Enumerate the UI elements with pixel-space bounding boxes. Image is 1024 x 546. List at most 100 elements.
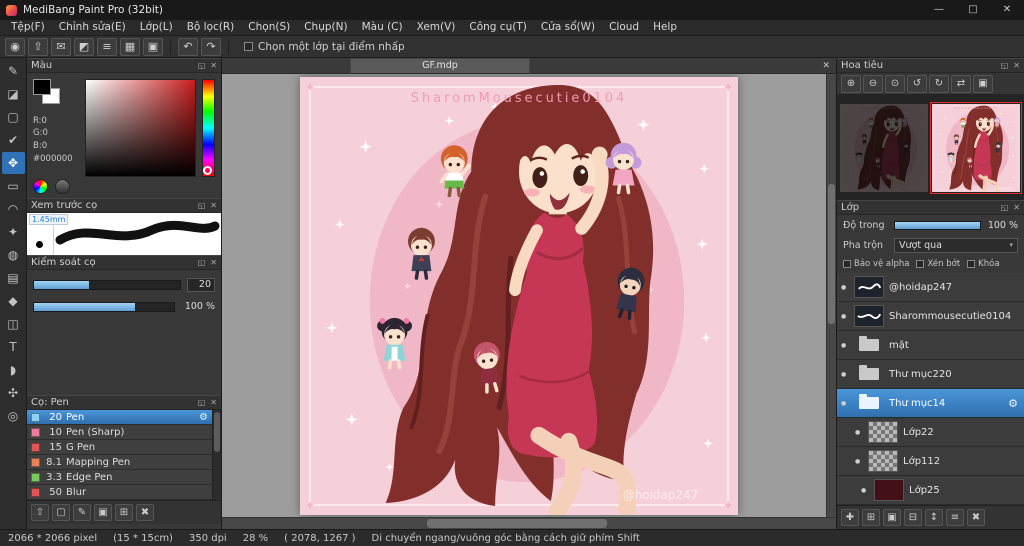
add-layer-icon[interactable]: ✚: [841, 509, 859, 526]
popout-icon[interactable]: ◱: [198, 398, 206, 407]
close-button[interactable]: ✕: [990, 0, 1024, 20]
saturation-value-picker[interactable]: [85, 79, 196, 177]
menu-item-filter[interactable]: Bộ lọc(R): [180, 20, 242, 35]
panel-close-icon[interactable]: ✕: [1013, 203, 1020, 212]
duplicate-layer-icon[interactable]: ▣: [883, 509, 901, 526]
redo-button[interactable]: ↷: [201, 37, 221, 56]
grid-icon[interactable]: ▦: [120, 37, 140, 56]
visibility-dot[interactable]: ●: [841, 313, 849, 320]
document-close-icon[interactable]: ✕: [822, 61, 830, 71]
visibility-dot[interactable]: ●: [855, 429, 863, 436]
layer-row-thumuc14[interactable]: ● Thư mục14 ⚙: [837, 389, 1024, 418]
menu-item-window[interactable]: Cửa sổ(W): [534, 20, 602, 35]
maximize-button[interactable]: □: [956, 0, 990, 20]
visibility-dot[interactable]: ●: [841, 371, 849, 378]
memo-icon[interactable]: ≡: [97, 37, 117, 56]
layer-row-lop22[interactable]: ● Lớp22: [837, 418, 1024, 447]
brush-row-pen[interactable]: 20 Pen ⚙: [27, 410, 212, 425]
layer-row-lop25[interactable]: ● Lớp25: [837, 476, 1024, 505]
merge-layer-icon[interactable]: ⊟: [904, 509, 922, 526]
hue-bar[interactable]: [202, 79, 215, 177]
comment-icon[interactable]: ✉: [51, 37, 71, 56]
undo-button[interactable]: ↶: [178, 37, 198, 56]
rotate-left-icon[interactable]: ↺: [907, 74, 927, 93]
publish-icon[interactable]: ⇧: [28, 37, 48, 56]
fit-window-icon[interactable]: ▣: [973, 74, 993, 93]
panel-close-icon[interactable]: ✕: [210, 398, 217, 407]
hue-marker[interactable]: [203, 166, 212, 175]
color-sliders-icon[interactable]: [55, 179, 70, 194]
brush-row-edge-pen[interactable]: 3.3 Edge Pen: [27, 470, 212, 485]
menu-item-color[interactable]: Màu (C): [355, 20, 410, 35]
brush-row-g-pen[interactable]: 15 G Pen: [27, 440, 212, 455]
popout-icon[interactable]: ◱: [198, 201, 206, 210]
canvas-viewport[interactable]: SharomMousecutie0104 @hoidap247: [222, 74, 836, 517]
menu-item-capture[interactable]: Chụp(N): [297, 20, 354, 35]
brush-size-slider[interactable]: [33, 280, 181, 290]
tool-bucket[interactable]: ◍: [2, 244, 25, 266]
menu-item-layer[interactable]: Lớp(L): [133, 20, 180, 35]
menu-item-cloud[interactable]: Cloud: [602, 20, 646, 35]
tool-eraser[interactable]: ◪: [2, 83, 25, 105]
tool-hand[interactable]: ✣: [2, 382, 25, 404]
menu-item-edit[interactable]: Chỉnh sửa(E): [52, 20, 133, 35]
tool-text[interactable]: T: [2, 336, 25, 358]
panel-close-icon[interactable]: ✕: [210, 258, 217, 267]
visibility-dot[interactable]: ●: [855, 458, 863, 465]
color-swatches[interactable]: [33, 79, 63, 106]
pick-layer-checkbox[interactable]: Chọn một lớp tại điểm nhấp: [244, 41, 405, 53]
minimize-button[interactable]: —: [922, 0, 956, 20]
tool-shape[interactable]: ◆: [2, 290, 25, 312]
menu-item-file[interactable]: Tệp(F): [4, 20, 52, 35]
brush-opacity-slider[interactable]: [33, 301, 175, 312]
visibility-dot[interactable]: ●: [841, 284, 849, 291]
brush-row-mapping-pen[interactable]: 8.1 Mapping Pen: [27, 455, 212, 470]
popout-icon[interactable]: ◱: [198, 258, 206, 267]
tool-gradient[interactable]: ▤: [2, 267, 25, 289]
layer-row-thumuc220[interactable]: ● Thư mục220: [837, 360, 1024, 389]
document-tab[interactable]: GF.mdp: [350, 58, 530, 73]
delete-brush-icon[interactable]: ✖: [136, 504, 154, 521]
tool-lasso[interactable]: ◠: [2, 198, 25, 220]
rotate-right-icon[interactable]: ↻: [929, 74, 949, 93]
zoom-out-icon[interactable]: ⊖: [863, 74, 883, 93]
checkbox-box[interactable]: [244, 42, 253, 51]
menu-item-select[interactable]: Chọn(S): [241, 20, 297, 35]
tool-zoom[interactable]: ◎: [2, 405, 25, 427]
tool-move[interactable]: ✥: [1, 152, 25, 174]
flip-icon[interactable]: ⇄: [951, 74, 971, 93]
brush-size-value[interactable]: 20: [187, 278, 215, 292]
layer-row-sharommousecutie[interactable]: ● Sharommousecutie0104: [837, 302, 1024, 331]
tool-finger[interactable]: ▢: [2, 106, 25, 128]
popout-icon[interactable]: ◱: [1001, 203, 1009, 212]
layer-row-mat[interactable]: ● mặt: [837, 331, 1024, 360]
zoom-in-icon[interactable]: ⊕: [841, 74, 861, 93]
visibility-dot[interactable]: ●: [861, 487, 869, 494]
layer-settings-gear-icon[interactable]: ⚙: [1008, 397, 1018, 410]
panel-close-icon[interactable]: ✕: [210, 61, 217, 70]
brush-settings-gear-icon[interactable]: ⚙: [199, 412, 208, 423]
opacity-slider[interactable]: [894, 220, 981, 230]
popout-icon[interactable]: ◱: [1001, 61, 1009, 70]
protect-alpha-checkbox[interactable]: [843, 260, 851, 268]
canvas-vertical-scrollbar[interactable]: [826, 74, 836, 517]
panel-close-icon[interactable]: ✕: [1013, 61, 1020, 70]
layer-row-lop112[interactable]: ● Lớp112: [837, 447, 1024, 476]
window-layout-icon[interactable]: ▣: [143, 37, 163, 56]
color-wheel-icon[interactable]: [33, 179, 48, 194]
navigator-view-rect[interactable]: [929, 101, 1022, 194]
brush-list-scrollbar[interactable]: [212, 410, 221, 500]
canvas-horizontal-scrollbar[interactable]: [222, 517, 836, 529]
clipping-checkbox[interactable]: [916, 260, 925, 268]
tool-select-pen[interactable]: ✔: [2, 129, 25, 151]
visibility-dot[interactable]: ●: [841, 400, 849, 407]
new-brush-icon[interactable]: ▢: [52, 504, 70, 521]
foreground-color-swatch[interactable]: [33, 79, 51, 95]
move-layer-icon[interactable]: ↕: [925, 509, 943, 526]
navigator-preview[interactable]: [837, 95, 1024, 200]
menu-item-help[interactable]: Help: [646, 20, 684, 35]
brush-row-pen-sharp[interactable]: 10 Pen (Sharp): [27, 425, 212, 440]
panel-close-icon[interactable]: ✕: [210, 201, 217, 210]
visibility-dot[interactable]: ●: [841, 342, 849, 349]
tool-magic-wand[interactable]: ✦: [2, 221, 25, 243]
